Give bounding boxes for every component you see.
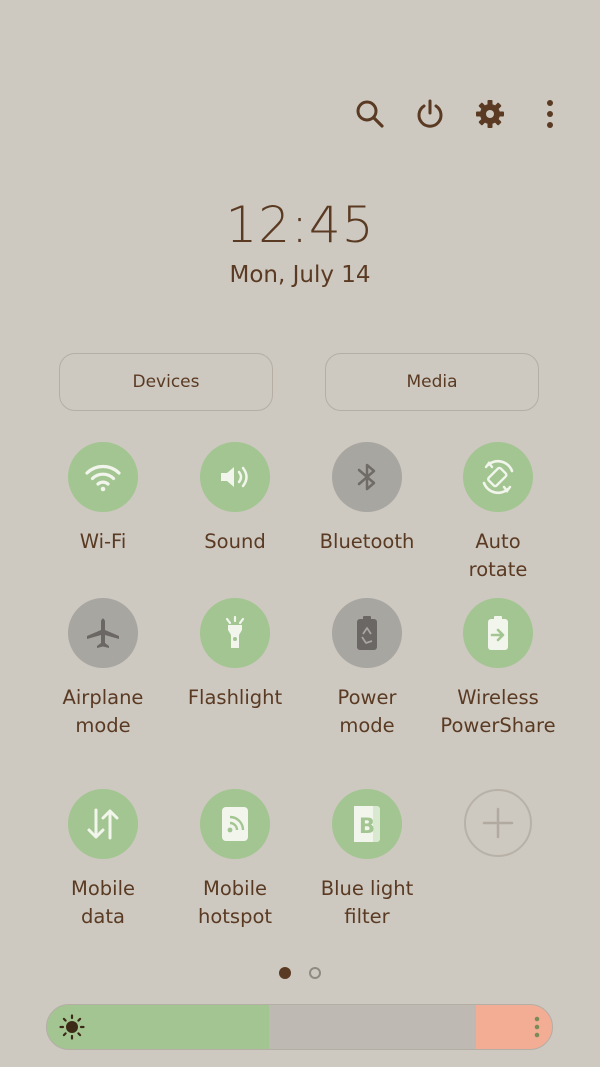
page-dot-2[interactable]: [309, 967, 321, 979]
top-action-bar: [348, 92, 572, 136]
mobile-data-label: Mobile data: [71, 877, 135, 928]
auto-rotate-label: Auto rotate: [468, 530, 528, 581]
clock-time[interactable]: 12:45: [0, 196, 600, 254]
auto-rotate-icon: [482, 459, 514, 495]
mobile-data-tile[interactable]: Mobile data: [38, 789, 168, 931]
sound-toggle[interactable]: [200, 442, 270, 512]
wifi-toggle[interactable]: [68, 442, 138, 512]
mobile-data-toggle[interactable]: [68, 789, 138, 859]
airplane-mode-tile[interactable]: Airplane mode: [38, 598, 168, 740]
svg-text:B: B: [359, 814, 375, 838]
airplane-icon: [87, 618, 119, 648]
wireless-powershare-label: Wireless PowerShare: [440, 686, 556, 737]
brightness-slider[interactable]: [46, 1004, 553, 1050]
devices-button[interactable]: Devices: [59, 353, 273, 411]
page-indicator: [0, 967, 600, 979]
wireless-powershare-tile[interactable]: Wireless PowerShare: [433, 598, 563, 740]
auto-rotate-tile[interactable]: Auto rotate: [433, 442, 563, 584]
power-icon[interactable]: [408, 92, 452, 136]
airplane-mode-label: Airplane mode: [62, 686, 144, 737]
wifi-tile[interactable]: Wi-Fi: [38, 442, 168, 556]
more-options-icon[interactable]: [528, 92, 572, 136]
flashlight-label: Flashlight: [187, 686, 283, 709]
sound-label: Sound: [204, 530, 266, 553]
blue-light-filter-toggle[interactable]: B: [332, 789, 402, 859]
mobile-hotspot-toggle[interactable]: [200, 789, 270, 859]
speaker-icon: [221, 466, 248, 488]
wireless-powershare-icon: [488, 616, 508, 650]
power-mode-toggle[interactable]: [332, 598, 402, 668]
wifi-label: Wi-Fi: [79, 530, 127, 553]
add-icon: [482, 807, 514, 839]
power-mode-label: Power mode: [337, 686, 397, 737]
bluetooth-label: Bluetooth: [319, 530, 415, 553]
bluetooth-tile[interactable]: Bluetooth: [302, 442, 432, 556]
hotspot-icon: [222, 807, 248, 841]
blue-light-filter-icon: B: [354, 806, 380, 842]
sun-icon: [59, 1014, 85, 1044]
clock-date[interactable]: Mon, July 14: [0, 262, 600, 288]
blue-light-filter-tile[interactable]: B Blue light filter: [302, 789, 432, 931]
flashlight-toggle[interactable]: [200, 598, 270, 668]
blue-light-filter-label: Blue light filter: [320, 877, 414, 928]
add-tile-button[interactable]: [464, 789, 532, 857]
search-icon[interactable]: [348, 92, 392, 136]
wifi-icon: [85, 465, 121, 492]
mobile-hotspot-tile[interactable]: Mobile hotspot: [170, 789, 300, 931]
vertical-dots-icon[interactable]: [532, 1015, 542, 1043]
sound-tile[interactable]: Sound: [170, 442, 300, 556]
flashlight-icon: [225, 615, 245, 648]
power-mode-tile[interactable]: Power mode: [302, 598, 432, 740]
mobile-data-arrows-icon: [87, 808, 119, 840]
bluetooth-icon: [357, 463, 376, 491]
battery-recycle-icon: [357, 616, 377, 650]
flashlight-tile[interactable]: Flashlight: [170, 598, 300, 712]
settings-gear-icon[interactable]: [468, 92, 512, 136]
auto-rotate-toggle[interactable]: [463, 442, 533, 512]
add-tile[interactable]: [433, 789, 563, 857]
page-dot-1[interactable]: [279, 967, 291, 979]
wireless-powershare-toggle[interactable]: [463, 598, 533, 668]
mobile-hotspot-label: Mobile hotspot: [197, 877, 273, 928]
media-button[interactable]: Media: [325, 353, 539, 411]
airplane-mode-toggle[interactable]: [68, 598, 138, 668]
bluetooth-toggle[interactable]: [332, 442, 402, 512]
